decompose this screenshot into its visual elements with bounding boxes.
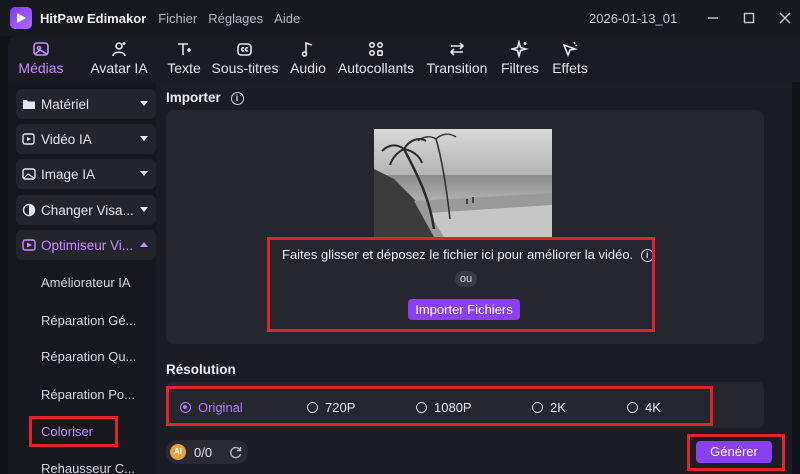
highlight-drop-zone (267, 237, 655, 332)
project-name: 2026-01-13_01 (589, 11, 678, 26)
text-icon (178, 43, 191, 55)
highlight-resolution (166, 386, 713, 426)
image-ai-icon (22, 168, 36, 180)
folder-icon (23, 100, 35, 109)
tab-label: Avatar IA (90, 60, 148, 76)
subtitles-icon (237, 43, 252, 56)
tab-label: Médias (18, 60, 64, 76)
tab-label: Autocollants (337, 60, 415, 76)
tab-label: Sous-titres (211, 60, 279, 76)
app-logo-icon (10, 7, 32, 29)
main-toolbar: Médias Avatar IA Texte Sous-titres Audio… (8, 36, 800, 82)
maximize-icon[interactable] (741, 10, 757, 26)
tab-label: Transition (426, 60, 488, 76)
tab-sous-titres[interactable]: Sous-titres (210, 36, 280, 76)
face-swap-icon (22, 203, 36, 217)
optimizer-icon (22, 239, 36, 251)
tab-label: Texte (167, 60, 201, 76)
credits-indicator: AI 0/0 (166, 440, 248, 464)
tab-avatar-ia[interactable]: Avatar IA (82, 36, 156, 76)
sidebar-subitem-reparation-ge[interactable]: Réparation Gé... (41, 313, 136, 328)
sidebar-subitem-ameliorateur-ia[interactable]: Améliorateur IA (41, 275, 131, 290)
audio-icon (301, 41, 313, 57)
menu-help[interactable]: Aide (274, 11, 300, 26)
sidebar-subitem-reparation-po[interactable]: Réparation Po... (41, 387, 135, 402)
tab-medias[interactable]: Médias (8, 36, 74, 76)
sidebar-item-optimiseur-video[interactable]: Optimiseur Vi... (16, 230, 156, 260)
video-ai-icon (22, 133, 35, 145)
tab-label: Effets (552, 60, 588, 76)
chevron-down-icon (140, 171, 148, 176)
sidebar-item-video-ia[interactable]: Vidéo IA (16, 124, 156, 154)
info-icon[interactable]: i (230, 91, 244, 105)
sidebar-item-label: Changer Visa... (41, 202, 133, 218)
tab-texte[interactable]: Texte (164, 36, 204, 76)
tab-filtres[interactable]: Filtres (498, 36, 542, 76)
sidebar-item-image-ia[interactable]: Image IA (16, 159, 156, 189)
sidebar-item-label: Vidéo IA (41, 131, 92, 147)
import-title: Importer (166, 90, 221, 105)
transition-icon (449, 42, 465, 56)
tab-label: Filtres (500, 60, 540, 76)
effects-icon (562, 41, 578, 58)
refresh-icon[interactable] (228, 445, 243, 460)
chevron-down-icon (140, 136, 148, 141)
tab-label: Audio (290, 60, 326, 76)
scrollbar[interactable] (792, 82, 800, 474)
sidebar-subitem-reparation-qu[interactable]: Réparation Qu... (41, 349, 136, 364)
media-icon (33, 42, 49, 56)
video-thumbnail (374, 129, 552, 237)
stickers-icon (368, 41, 384, 57)
sidebar-item-materiel[interactable]: Matériel (16, 89, 156, 119)
minimize-icon[interactable] (705, 10, 721, 26)
avatar-icon (112, 42, 126, 57)
filters-icon (511, 40, 529, 58)
resolution-title: Résolution (166, 362, 236, 377)
app-name: HitPaw Edimakor (40, 10, 147, 26)
tab-effets[interactable]: Effets (550, 36, 590, 76)
tab-autocollants[interactable]: Autocollants (336, 36, 416, 76)
sidebar-item-label: Matériel (41, 96, 90, 112)
ai-coin-icon: AI (170, 444, 186, 460)
close-icon[interactable] (777, 10, 793, 26)
highlight-generate (687, 434, 785, 471)
sidebar-item-changer-visage[interactable]: Changer Visa... (16, 195, 156, 225)
sidebar-item-label: Optimiseur Vi... (41, 237, 133, 253)
chevron-down-icon (140, 101, 148, 106)
tab-transition[interactable]: Transition (424, 36, 490, 76)
menu-settings[interactable]: Réglages (208, 11, 263, 26)
chevron-up-icon (140, 242, 148, 247)
highlight-coloriser (29, 416, 118, 447)
menu-file[interactable]: Fichier (158, 11, 197, 26)
tab-audio[interactable]: Audio (288, 36, 328, 76)
title-bar: HitPaw Edimakor Fichier Réglages Aide 20… (0, 0, 800, 36)
import-section-title: Importer i (166, 90, 244, 105)
chevron-down-icon (140, 207, 148, 212)
sidebar-subitem-rehausseur[interactable]: Rehausseur C... (41, 461, 135, 474)
credit-count: 0/0 (194, 444, 213, 460)
sidebar-item-label: Image IA (41, 166, 96, 182)
